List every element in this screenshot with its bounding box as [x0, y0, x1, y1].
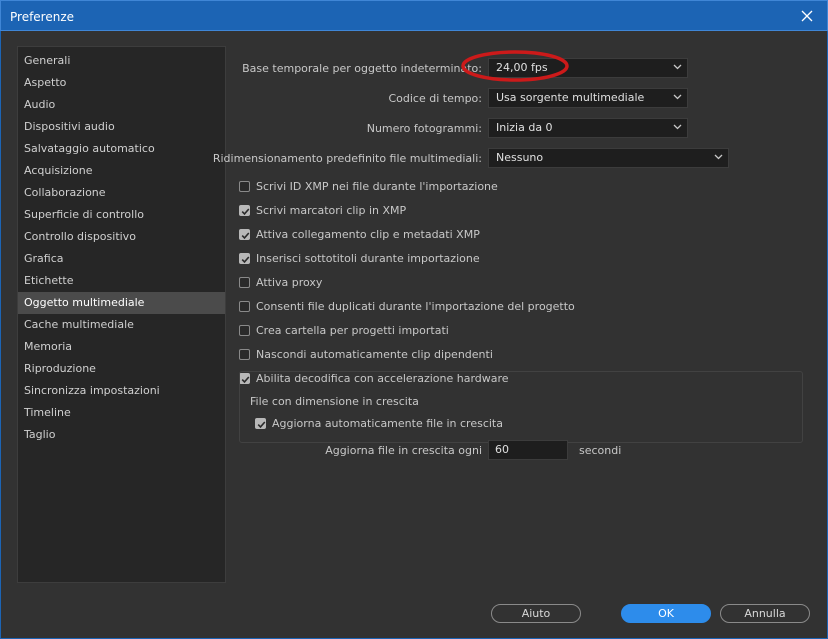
scaling-label: Ridimensionamento predefinito file multi… [212, 152, 482, 165]
checkbox-label: Nascondi automaticamente clip dipendenti [256, 347, 493, 361]
checkbox-box [239, 204, 250, 216]
framecount-dropdown[interactable]: Inizia da 0 [488, 118, 688, 138]
option-checkbox[interactable]: Nascondi automaticamente clip dipendenti [239, 346, 493, 362]
timecode-value: Usa sorgente multimediale [496, 91, 645, 104]
sidebar-item[interactable]: Acquisizione [18, 160, 225, 182]
checkbox-label: Scrivi ID XMP nei file durante l'importa… [256, 179, 498, 193]
sidebar-item[interactable]: Taglio [18, 424, 225, 446]
sidebar-item[interactable]: Riproduzione [18, 358, 225, 380]
sidebar-item[interactable]: Oggetto multimediale [18, 292, 225, 314]
checkbox-box [239, 300, 250, 312]
scaling-value: Nessuno [496, 151, 544, 164]
option-checkbox[interactable]: Crea cartella per progetti importati [239, 322, 449, 338]
sidebar-item[interactable]: Grafica [18, 248, 225, 270]
close-icon [801, 10, 813, 21]
auto-refresh-checkbox[interactable]: Aggiorna automaticamente file in crescit… [255, 415, 503, 431]
option-checkbox[interactable]: Inserisci sottotitoli durante importazio… [239, 250, 480, 266]
help-button[interactable]: Aiuto [491, 604, 581, 623]
checkbox-label: Crea cartella per progetti importati [256, 323, 449, 337]
sidebar-item[interactable]: Dispositivi audio [18, 116, 225, 138]
checkbox-box [239, 252, 250, 264]
sidebar-item[interactable]: Etichette [18, 270, 225, 292]
title-bar: Preferenze [0, 0, 828, 31]
checkbox-box [239, 228, 250, 240]
scaling-dropdown[interactable]: Nessuno [488, 148, 729, 168]
sidebar-item[interactable]: Aspetto [18, 72, 225, 94]
cancel-button[interactable]: Annulla [720, 604, 810, 623]
framecount-value: Inizia da 0 [496, 121, 553, 134]
category-list[interactable]: Generali Aspetto Audio Dispositivi audio Sal… [17, 46, 226, 583]
checkbox-box [239, 276, 250, 288]
checkbox-label: Inserisci sottotitoli durante importazio… [256, 251, 480, 265]
sidebar-item[interactable]: Salvataggio automatico [18, 138, 225, 160]
sidebar-item[interactable]: Collaborazione [18, 182, 225, 204]
ok-button[interactable]: OK [621, 604, 711, 623]
sidebar-item[interactable]: Sincronizza impostazioni [18, 380, 225, 402]
sidebar-item[interactable]: Memoria [18, 336, 225, 358]
checkbox-label: Consenti file duplicati durante l'import… [256, 299, 575, 313]
chevron-down-icon [673, 64, 682, 70]
option-checkbox[interactable]: Attiva proxy [239, 274, 322, 290]
checkmark-icon [241, 255, 250, 263]
auto-refresh-label: Aggiorna automaticamente file in crescit… [272, 416, 503, 430]
option-checkbox[interactable]: Consenti file duplicati durante l'import… [239, 298, 575, 314]
option-checkbox[interactable]: Scrivi ID XMP nei file durante l'importa… [239, 178, 498, 194]
timebase-label: Base temporale per oggetto indeterminato… [242, 62, 482, 75]
timebase-value: 24,00 fps [496, 61, 548, 74]
checkmark-icon [241, 231, 250, 239]
growing-files-title: File con dimensione in crescita [247, 395, 422, 408]
sidebar-item[interactable]: Timeline [18, 402, 225, 424]
checkbox-label: Attiva proxy [256, 275, 323, 289]
refresh-interval-label: Aggiorna file in crescita ogni [325, 444, 482, 457]
checkbox-box [239, 324, 250, 336]
checkbox-label: Scrivi marcatori clip in XMP [256, 203, 407, 217]
timecode-dropdown[interactable]: Usa sorgente multimediale [488, 88, 688, 108]
timecode-label: Codice di tempo: [388, 92, 482, 105]
option-checkbox[interactable]: Attiva collegamento clip e metadati XMP [239, 226, 480, 242]
checkmark-icon [241, 207, 250, 215]
framecount-label: Numero fotogrammi: [366, 122, 482, 135]
checkmark-icon [257, 420, 266, 428]
window-title: Preferenze [10, 10, 75, 24]
close-button[interactable] [787, 1, 827, 30]
chevron-down-icon [714, 154, 723, 160]
sidebar-item[interactable]: Superficie di controllo [18, 204, 225, 226]
sidebar-item[interactable]: Controllo dispositivo [18, 226, 225, 248]
checkbox-label: Attiva collegamento clip e metadati XMP [256, 227, 480, 241]
refresh-interval-input[interactable]: 60 [488, 440, 568, 460]
sidebar-item[interactable]: Cache multimediale [18, 314, 225, 336]
sidebar-item[interactable]: Generali [18, 50, 225, 72]
chevron-down-icon [673, 94, 682, 100]
checkbox-box [239, 348, 250, 360]
checkbox-box [255, 417, 266, 429]
option-checkbox[interactable]: Scrivi marcatori clip in XMP [239, 202, 406, 218]
timebase-dropdown[interactable]: 24,00 fps [488, 58, 688, 78]
chevron-down-icon [673, 124, 682, 130]
checkbox-box [239, 180, 250, 192]
sidebar-item[interactable]: Audio [18, 94, 225, 116]
refresh-interval-unit: secondi [579, 444, 622, 457]
